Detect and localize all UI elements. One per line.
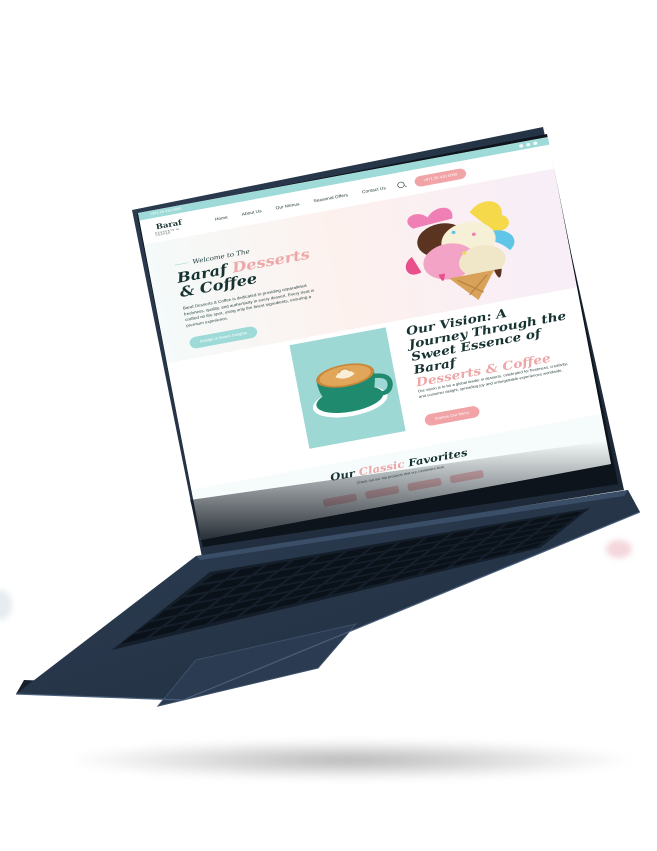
favorites-title-part1: Our	[329, 467, 357, 484]
nav-item-seasonal[interactable]: Seasonal Offers	[313, 192, 348, 203]
phone-button[interactable]: +971 55 410 0000	[413, 167, 468, 188]
favorite-tab[interactable]	[407, 477, 442, 492]
nav-item-contact[interactable]: Contact Us	[361, 185, 386, 194]
facebook-icon[interactable]	[518, 143, 524, 148]
nav-item-menus[interactable]: Our Menus	[275, 201, 300, 210]
search-icon[interactable]	[396, 180, 405, 189]
vision-cta-button[interactable]: Explore Our Menu	[423, 405, 481, 427]
favorite-tab[interactable]	[449, 469, 485, 484]
nav-item-about[interactable]: About Us	[241, 208, 262, 217]
hero-cta-button[interactable]: Indulge in Sweet Delights	[188, 325, 259, 350]
side-blob-right	[606, 540, 632, 558]
favorite-tab[interactable]	[364, 485, 400, 500]
twitter-icon[interactable]	[533, 141, 538, 146]
ice-cream-illustration	[405, 201, 515, 301]
favorite-tab[interactable]	[322, 493, 358, 508]
brand-logo[interactable]: Baraf DESSERTS & COFFEE	[153, 216, 186, 240]
instagram-icon[interactable]	[525, 142, 531, 147]
coffee-illustration	[289, 327, 406, 449]
nav-item-home[interactable]: Home	[214, 214, 228, 221]
